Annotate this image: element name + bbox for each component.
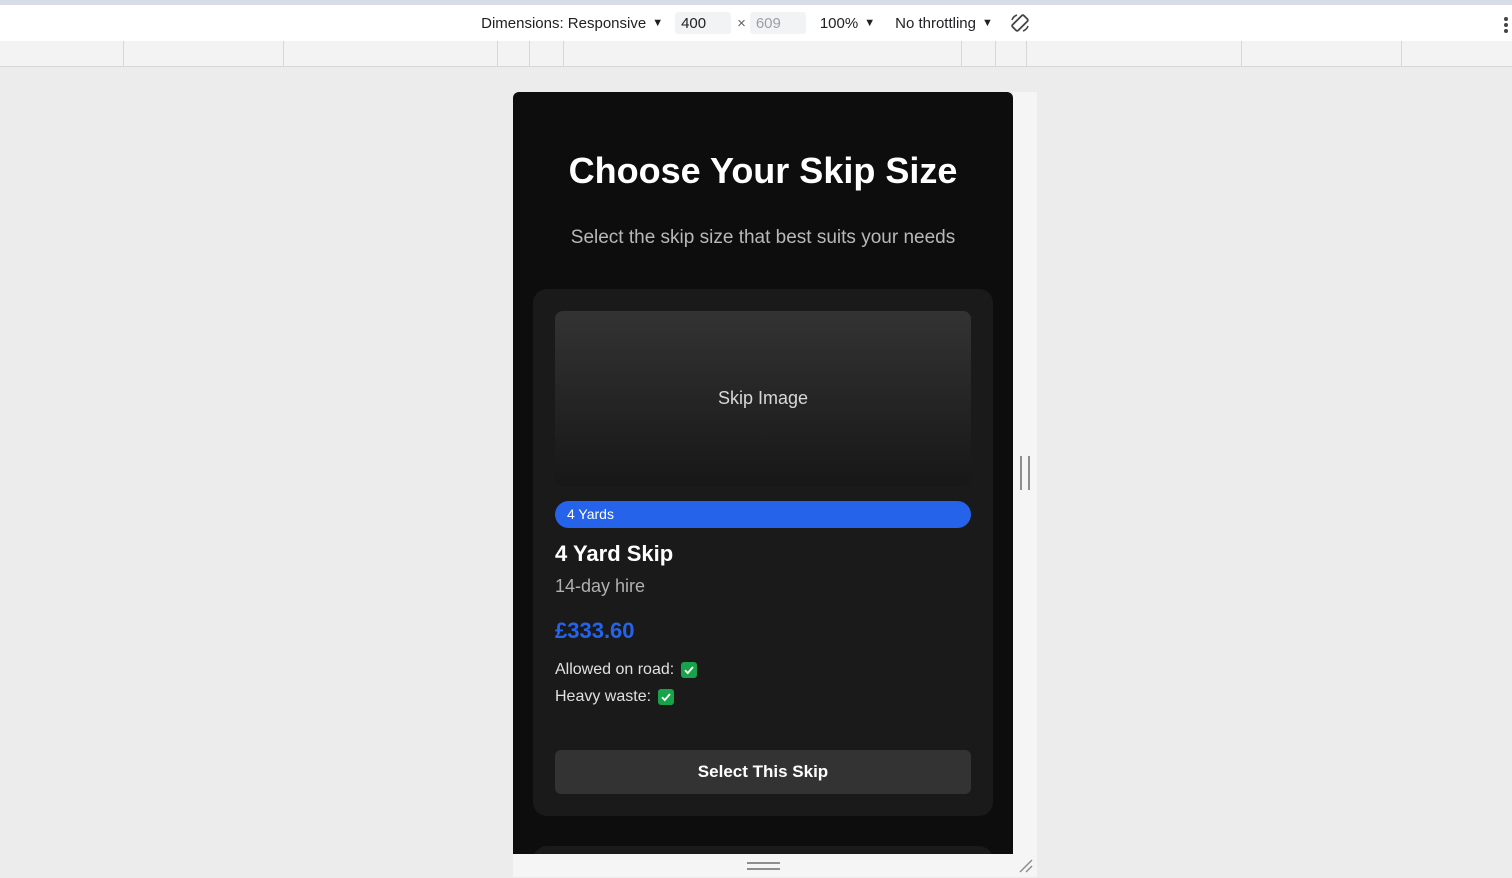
chevron-down-icon: ▼: [864, 17, 876, 29]
zoom-label: 100%: [819, 14, 859, 32]
skip-price: £333.60: [555, 618, 635, 643]
feature-allowed-on-road: Allowed on road:: [555, 661, 698, 679]
ruler-tick: [123, 41, 124, 66]
skip-card: Skip Image 4 Yards 4 Yard Skip 14-day hi…: [533, 289, 993, 816]
chevron-down-icon: ▼: [652, 17, 664, 29]
dimensions-dropdown[interactable]: Dimensions: Responsive ▼: [481, 15, 663, 32]
ruler-tick: [529, 41, 530, 66]
ruler-tick: [1401, 41, 1402, 66]
page-subtitle: Select the skip size that best suits you…: [570, 227, 956, 248]
dimensions-group: Dimensions: Responsive ▼ × 100% ▼ No thr…: [481, 12, 1031, 34]
device-viewport: Choose Your Skip Size Select the skip si…: [513, 92, 1013, 854]
next-skip-card: [533, 846, 993, 854]
zoom-dropdown[interactable]: 100% ▼: [820, 15, 875, 32]
ruler-tick: [1026, 41, 1027, 66]
hire-period: 14-day hire: [555, 576, 646, 596]
ruler-tick: [283, 41, 284, 66]
width-input[interactable]: [675, 12, 732, 34]
ruler-tick: [563, 41, 564, 66]
corner-resize-icon[interactable]: [1017, 857, 1033, 873]
media-query-bar: [0, 41, 1512, 67]
check-icon: [681, 662, 698, 678]
feature-label: Heavy waste:: [555, 688, 652, 705]
dimensions-label: Dimensions: Responsive: [481, 14, 647, 32]
times-symbol: ×: [737, 14, 746, 32]
throttling-dropdown[interactable]: No throttling ▼: [895, 15, 993, 32]
size-badge: 4 Yards: [555, 501, 971, 528]
throttling-label: No throttling: [895, 14, 976, 32]
skip-name: 4 Yard Skip: [555, 541, 674, 566]
ruler-tick: [961, 41, 962, 66]
height-input[interactable]: [749, 12, 806, 34]
resize-handle-icon[interactable]: [747, 862, 780, 870]
ruler-tick: [995, 41, 996, 66]
ruler-tick: [1241, 41, 1242, 66]
rotate-icon[interactable]: [1009, 12, 1031, 34]
device-toolbar: Dimensions: Responsive ▼ × 100% ▼ No thr…: [0, 5, 1512, 41]
feature-heavy-waste: Heavy waste:: [555, 688, 675, 706]
skip-image-label: Skip Image: [717, 388, 809, 408]
resize-handle-icon[interactable]: [1020, 456, 1030, 490]
skip-image-placeholder: Skip Image: [555, 311, 971, 486]
ruler-tick: [497, 41, 498, 66]
select-skip-button[interactable]: Select This Skip: [555, 750, 971, 794]
page-title: Choose Your Skip Size: [568, 150, 958, 191]
check-icon: [658, 689, 675, 705]
feature-label: Allowed on road:: [555, 661, 675, 678]
more-options-icon[interactable]: [1504, 17, 1508, 33]
chevron-down-icon: ▼: [981, 17, 993, 29]
